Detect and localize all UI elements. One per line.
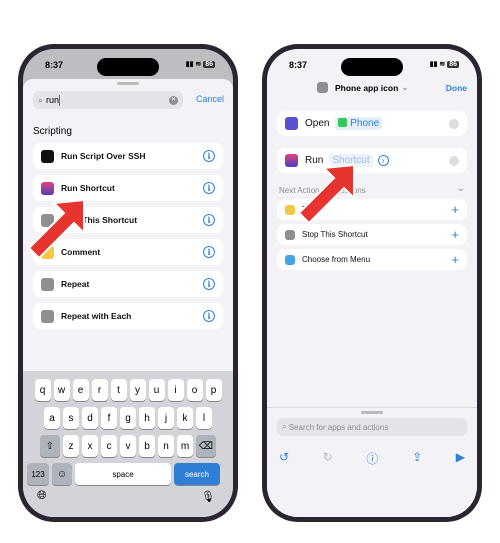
- info-icon[interactable]: ⓘ: [366, 450, 378, 467]
- status-time: 8:37: [45, 60, 64, 70]
- shift-key[interactable]: ⇧: [40, 435, 60, 457]
- stop-icon: [285, 229, 295, 240]
- repeat-icon: [41, 277, 54, 291]
- add-icon[interactable]: +: [451, 227, 459, 242]
- key-o[interactable]: o: [186, 379, 203, 401]
- key-c[interactable]: c: [101, 435, 117, 457]
- action-repeat-each[interactable]: Repeat with Each i: [33, 303, 223, 329]
- key-h[interactable]: h: [139, 407, 155, 429]
- emoji-key[interactable]: ☺: [52, 463, 72, 485]
- info-icon[interactable]: i: [203, 150, 215, 162]
- key-g[interactable]: g: [120, 407, 136, 429]
- numbers-key[interactable]: 123: [27, 463, 49, 485]
- share-icon[interactable]: ⇪: [412, 450, 422, 467]
- phone-param[interactable]: Phone: [335, 117, 383, 130]
- action-run-script-ssh[interactable]: Run Script Over SSH i: [33, 143, 223, 169]
- red-arrow-right: [297, 163, 355, 225]
- menu-icon: [285, 254, 295, 265]
- key-f[interactable]: f: [101, 407, 117, 429]
- microphone-icon[interactable]: 🎙︎: [201, 490, 215, 503]
- open-app-action[interactable]: Open Phone: [277, 111, 467, 136]
- key-i[interactable]: i: [167, 379, 184, 401]
- key-b[interactable]: b: [139, 435, 155, 457]
- delete-key[interactable]: ⌫: [196, 435, 216, 457]
- key-d[interactable]: d: [82, 407, 98, 429]
- undo-icon[interactable]: ↺: [279, 450, 289, 467]
- shortcut-title-menu[interactable]: Phone app icon ⌄: [317, 82, 408, 93]
- search-key[interactable]: search: [174, 463, 220, 485]
- key-l[interactable]: l: [196, 407, 212, 429]
- key-t[interactable]: t: [110, 379, 127, 401]
- search-field[interactable]: ⌕ run ✕: [33, 91, 183, 109]
- key-n[interactable]: n: [158, 435, 174, 457]
- red-arrow-left: [27, 198, 85, 260]
- info-icon[interactable]: i: [203, 182, 215, 194]
- phone-icon: [338, 118, 348, 127]
- right-phone: 8:37 ▮▮ ≋ 86 Phone app icon ⌄ Done Open P…: [262, 44, 482, 522]
- section-heading: Scripting: [33, 126, 72, 137]
- action-search-field[interactable]: ⌕ Search for apps and actions: [277, 418, 467, 436]
- space-key[interactable]: space: [75, 463, 171, 485]
- expand-icon[interactable]: ›: [377, 155, 389, 166]
- key-z[interactable]: z: [63, 435, 79, 457]
- shortcut-icon: [317, 82, 328, 93]
- play-icon[interactable]: ▶: [456, 450, 465, 467]
- key-w[interactable]: w: [53, 379, 70, 401]
- done-button[interactable]: Done: [446, 83, 467, 93]
- terminal-icon: [41, 149, 54, 163]
- key-y[interactable]: y: [129, 379, 146, 401]
- remove-icon[interactable]: [449, 155, 459, 166]
- cancel-button[interactable]: Cancel: [196, 94, 224, 104]
- add-icon[interactable]: +: [451, 252, 459, 267]
- status-icons: ▮▮ ≋ 86: [429, 61, 459, 68]
- sheet-grabber[interactable]: [117, 82, 139, 85]
- remove-icon[interactable]: [449, 118, 459, 129]
- chevron-down-icon: ⌄: [401, 82, 409, 92]
- suggestion-menu[interactable]: Choose from Menu +: [277, 249, 467, 270]
- collapse-icon[interactable]: ⌄: [457, 183, 465, 194]
- shortcuts-icon: [41, 181, 54, 195]
- search-icon: ⌕: [38, 94, 44, 105]
- key-q[interactable]: q: [34, 379, 51, 401]
- key-r[interactable]: r: [91, 379, 108, 401]
- globe-icon[interactable]: 🌐︎: [37, 488, 47, 503]
- keyboard: qwertyuiop asdfghjkl ⇧ z x c v b n m ⌫ 123 ☺ spa…: [23, 371, 233, 517]
- left-phone: 8:37 ▮▮ ≋ 86 ⌕ run ✕ Cancel Scripting Ru…: [18, 44, 238, 522]
- repeat-each-icon: [41, 309, 54, 323]
- key-s[interactable]: s: [63, 407, 79, 429]
- open-app-icon: [285, 117, 298, 130]
- key-u[interactable]: u: [148, 379, 165, 401]
- bottom-panel: ⌕ Search for apps and actions ↺ ↻ ⓘ ⇪ ▶: [267, 407, 477, 517]
- sheet-grabber[interactable]: [361, 411, 383, 414]
- redo-icon[interactable]: ↻: [323, 450, 333, 467]
- key-x[interactable]: x: [82, 435, 98, 457]
- status-time: 8:37: [289, 60, 308, 70]
- dynamic-island: [97, 58, 159, 76]
- info-icon[interactable]: i: [203, 278, 215, 290]
- key-k[interactable]: k: [177, 407, 193, 429]
- key-j[interactable]: j: [158, 407, 174, 429]
- info-icon[interactable]: i: [203, 214, 215, 226]
- action-repeat[interactable]: Repeat i: [33, 271, 223, 297]
- key-p[interactable]: p: [205, 379, 222, 401]
- key-v[interactable]: v: [120, 435, 136, 457]
- key-a[interactable]: a: [44, 407, 60, 429]
- clear-icon[interactable]: ✕: [169, 95, 178, 105]
- info-icon[interactable]: i: [203, 246, 215, 258]
- status-icons: ▮▮ ≋ 86: [185, 61, 215, 68]
- dynamic-island: [341, 58, 403, 76]
- info-icon[interactable]: i: [203, 310, 215, 322]
- key-m[interactable]: m: [177, 435, 193, 457]
- key-e[interactable]: e: [72, 379, 89, 401]
- add-icon[interactable]: +: [451, 202, 459, 217]
